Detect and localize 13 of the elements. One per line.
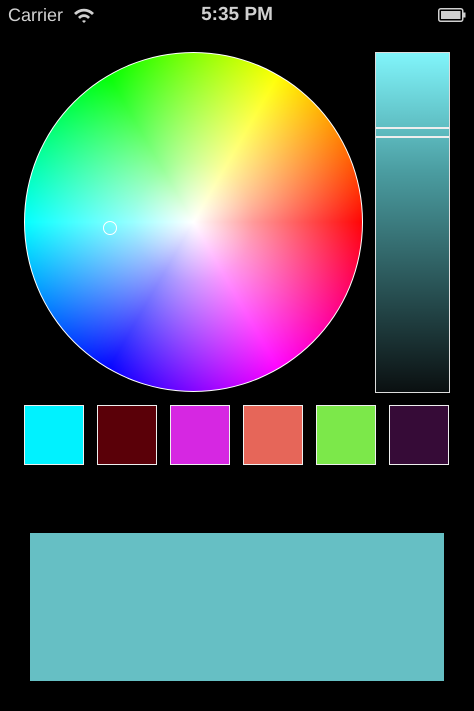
color-swatch[interactable] bbox=[316, 405, 376, 465]
carrier-name: Carrier bbox=[8, 4, 64, 26]
slider-thumb[interactable] bbox=[376, 126, 449, 138]
battery-icon bbox=[438, 8, 466, 22]
color-swatch[interactable] bbox=[24, 405, 84, 465]
wifi-icon bbox=[73, 7, 96, 23]
color-swatch[interactable] bbox=[243, 405, 303, 465]
clock-time: 5:35 PM bbox=[201, 4, 273, 26]
color-swatch[interactable] bbox=[170, 405, 230, 465]
wheel-marker[interactable] bbox=[103, 221, 118, 236]
color-swatch[interactable] bbox=[97, 405, 157, 465]
brightness-slider[interactable] bbox=[375, 52, 450, 393]
color-swatch[interactable] bbox=[389, 405, 449, 465]
